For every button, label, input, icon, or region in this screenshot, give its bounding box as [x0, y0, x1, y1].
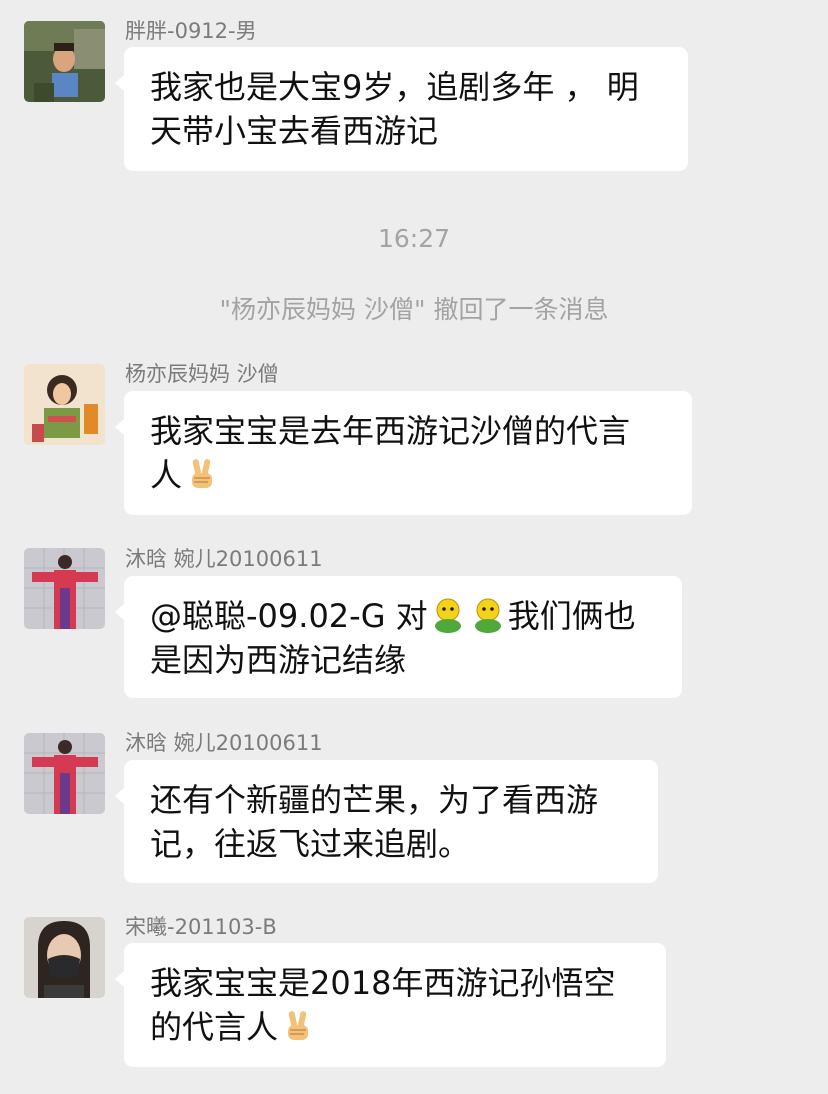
recall-notice: "杨亦辰妈妈 沙僧" 撤回了一条消息	[219, 295, 609, 324]
victory-hand-icon	[288, 1011, 309, 1040]
message-bubble[interactable]: 我家宝宝是2018年西游记孙悟空 的代言人	[115, 943, 666, 1067]
avatar[interactable]	[24, 917, 105, 998]
sender-name: 胖胖-0912-男	[125, 19, 257, 43]
avatar-photo	[24, 733, 105, 814]
victory-hand-icon	[192, 459, 213, 488]
message-text-line: 我家宝宝是2018年西游记孙悟空	[150, 964, 616, 1002]
avatar[interactable]	[24, 548, 105, 629]
message-text-line: 天带小宝去看西游记	[150, 112, 439, 150]
message-bubble[interactable]: 我家宝宝是去年西游记沙僧的代言 人	[115, 391, 692, 515]
message-text-line: 是因为西游记结缘	[150, 641, 407, 679]
message-bubble[interactable]: @聪聪-09.02-G 对 我们俩也 是因为西游记结缘	[115, 576, 682, 698]
avatar-drawing	[24, 364, 105, 445]
message-text: 的代言人	[150, 1008, 279, 1046]
sender-name: 沐晗 婉儿20100611	[125, 731, 323, 755]
avatar[interactable]	[24, 364, 105, 445]
message-text-line: 我家宝宝是去年西游记沙僧的代言	[150, 412, 631, 450]
message-text-line: 还有个新疆的芒果，为了看西游	[150, 781, 599, 819]
avatar-photo	[24, 21, 105, 102]
message-text-line: 人	[150, 453, 666, 497]
sender-name: 杨亦辰妈妈 沙僧	[125, 362, 279, 386]
smiley-face-emoji-icon	[474, 598, 501, 633]
message-text-line: @聪聪-09.02-G 对 我们俩也	[150, 594, 656, 638]
message-timestamp: 16:27	[377, 224, 451, 253]
sender-name: 宋曦-201103-B	[125, 915, 277, 939]
sender-name: 沐晗 婉儿20100611	[125, 547, 323, 571]
avatar[interactable]	[24, 733, 105, 814]
avatar[interactable]	[24, 21, 105, 102]
message-text: 人	[150, 456, 183, 494]
message-text: 我们俩也	[507, 597, 636, 635]
message-bubble[interactable]: 我家也是大宝9岁，追剧多年 ， 明 天带小宝去看西游记	[115, 47, 688, 171]
smiley-face-emoji-icon	[434, 598, 461, 633]
message-text-line: 我家也是大宝9岁，追剧多年 ， 明	[150, 68, 639, 106]
avatar-photo	[24, 917, 105, 998]
message-text-line: 记，往返飞过来追剧。	[150, 825, 471, 863]
avatar-photo	[24, 548, 105, 629]
message-text-line: 的代言人	[150, 1005, 640, 1049]
message-bubble[interactable]: 还有个新疆的芒果，为了看西游 记，往返飞过来追剧。	[115, 760, 658, 883]
message-text: @聪聪-09.02-G 对	[150, 597, 428, 635]
